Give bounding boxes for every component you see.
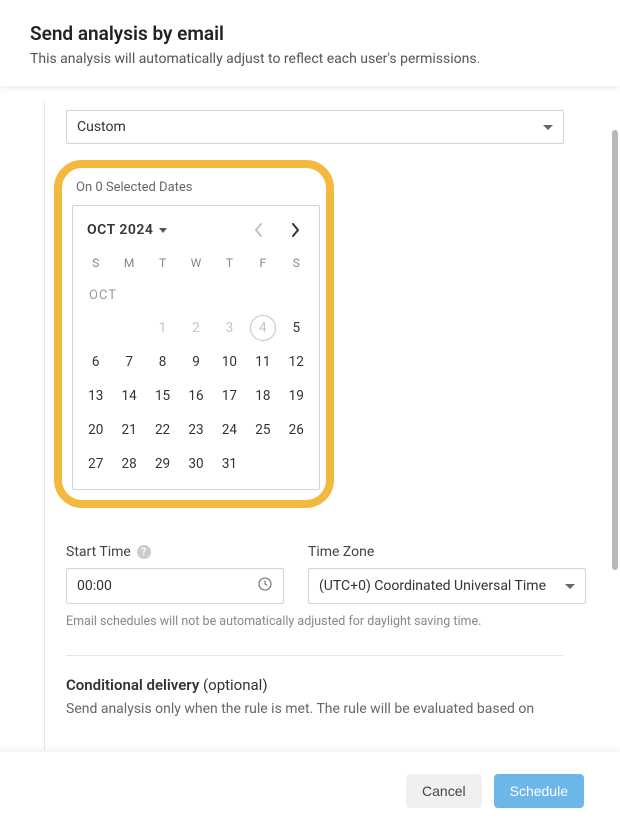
timezone-select[interactable]: (UTC+0) Coordinated Universal Time <box>308 568 586 604</box>
calendar-week-row: 6789101112 <box>79 345 313 379</box>
calendar-dow: S <box>280 256 313 270</box>
dialog-footer: Cancel Schedule <box>0 752 620 830</box>
calendar-empty-cell <box>112 311 145 345</box>
calendar-highlight: On 0 Selected Dates OCT 2024 <box>54 160 334 508</box>
timezone-label: Time Zone <box>308 544 374 560</box>
calendar-day[interactable]: 26 <box>280 413 313 447</box>
calendar-day[interactable]: 29 <box>146 447 179 481</box>
calendar-day[interactable]: 7 <box>112 345 145 379</box>
chevron-right-icon <box>291 223 299 237</box>
timezone-value: (UTC+0) Coordinated Universal Time <box>319 578 546 594</box>
calendar-prev-button <box>249 220 269 240</box>
calendar-dow: T <box>146 256 179 270</box>
calendar-day[interactable]: 30 <box>179 447 212 481</box>
calendar-day[interactable]: 31 <box>213 447 246 481</box>
calendar-dow: T <box>213 256 246 270</box>
calendar-day[interactable]: 6 <box>79 345 112 379</box>
calendar-day[interactable]: 20 <box>79 413 112 447</box>
calendar-week-row: 13141516171819 <box>79 379 313 413</box>
calendar-day[interactable]: 19 <box>280 379 313 413</box>
dialog-subtitle: This analysis will automatically adjust … <box>30 51 590 67</box>
start-time-input[interactable]: 00:00 <box>66 568 284 604</box>
calendar-empty-cell <box>246 447 279 481</box>
conditional-delivery-desc: Send analysis only when the rule is met.… <box>66 700 564 720</box>
dialog-title: Send analysis by email <box>30 22 590 45</box>
calendar-week-row: 2728293031 <box>79 447 313 481</box>
section-divider <box>66 655 564 656</box>
calendar-next-button[interactable] <box>285 220 305 240</box>
calendar-dow: S <box>79 256 112 270</box>
clock-icon <box>257 576 273 596</box>
caret-down-icon <box>543 125 553 130</box>
calendar-day[interactable]: 18 <box>246 379 279 413</box>
calendar-day[interactable]: 15 <box>146 379 179 413</box>
calendar-day[interactable]: 17 <box>213 379 246 413</box>
cancel-button[interactable]: Cancel <box>406 774 482 808</box>
timezone-field: Time Zone (UTC+0) Coordinated Universal … <box>308 544 586 604</box>
calendar-month-picker[interactable]: OCT 2024 <box>87 222 167 238</box>
calendar-dow: W <box>179 256 212 270</box>
selected-dates-label: On 0 Selected Dates <box>76 180 316 195</box>
calendar-day[interactable]: 27 <box>79 447 112 481</box>
calendar-day[interactable]: 12 <box>280 345 313 379</box>
chevron-left-icon <box>255 223 263 237</box>
calendar-day[interactable]: 13 <box>79 379 112 413</box>
calendar-day[interactable]: 25 <box>246 413 279 447</box>
dialog-scroll-area: Custom On 0 Selected Dates OCT 2024 <box>0 100 620 750</box>
calendar-day: 1 <box>146 311 179 345</box>
dst-hint: Email schedules will not be automaticall… <box>66 614 564 629</box>
schedule-button[interactable]: Schedule <box>494 774 584 808</box>
calendar-day[interactable]: 23 <box>179 413 212 447</box>
calendar-day[interactable]: 22 <box>146 413 179 447</box>
calendar-day[interactable]: 14 <box>112 379 145 413</box>
calendar-empty-cell <box>280 447 313 481</box>
dialog-header: Send analysis by email This analysis wil… <box>0 0 620 86</box>
frequency-select[interactable]: Custom <box>66 110 564 144</box>
calendar-dow-row: SMTWTFS <box>79 252 313 280</box>
calendar-day[interactable]: 28 <box>112 447 145 481</box>
calendar-day[interactable]: 11 <box>246 345 279 379</box>
frequency-select-value: Custom <box>77 119 126 135</box>
conditional-delivery-title: Conditional delivery (optional) <box>66 676 564 694</box>
calendar-month-row: OCT <box>79 280 313 311</box>
calendar-day: 2 <box>179 311 212 345</box>
calendar-dow: M <box>112 256 145 270</box>
calendar-day[interactable]: 4 <box>246 311 279 345</box>
calendar-day[interactable]: 16 <box>179 379 212 413</box>
help-icon[interactable]: ? <box>137 545 151 559</box>
calendar-body: 1234567891011121314151617181920212223242… <box>79 311 313 481</box>
calendar-dow: F <box>246 256 279 270</box>
send-email-dialog: Send analysis by email This analysis wil… <box>0 0 620 830</box>
caret-down-icon <box>565 584 575 589</box>
caret-down-icon <box>159 228 167 233</box>
start-time-field: Start Time ? 00:00 <box>66 544 284 604</box>
start-time-label: Start Time <box>66 544 131 560</box>
calendar-day[interactable]: 24 <box>213 413 246 447</box>
calendar-day[interactable]: 8 <box>146 345 179 379</box>
calendar-month-label: OCT 2024 <box>87 222 153 238</box>
calendar: OCT 2024 SMTWTFS OCT <box>72 205 320 490</box>
calendar-day: 3 <box>213 311 246 345</box>
calendar-week-row: 12345 <box>79 311 313 345</box>
calendar-day[interactable]: 9 <box>179 345 212 379</box>
scrollbar-thumb[interactable] <box>612 130 618 570</box>
calendar-day[interactable]: 10 <box>213 345 246 379</box>
start-time-value: 00:00 <box>77 578 112 594</box>
calendar-today-ring: 4 <box>250 315 276 341</box>
calendar-day[interactable]: 21 <box>112 413 145 447</box>
calendar-day[interactable]: 5 <box>280 311 313 345</box>
calendar-week-row: 20212223242526 <box>79 413 313 447</box>
calendar-empty-cell <box>79 311 112 345</box>
